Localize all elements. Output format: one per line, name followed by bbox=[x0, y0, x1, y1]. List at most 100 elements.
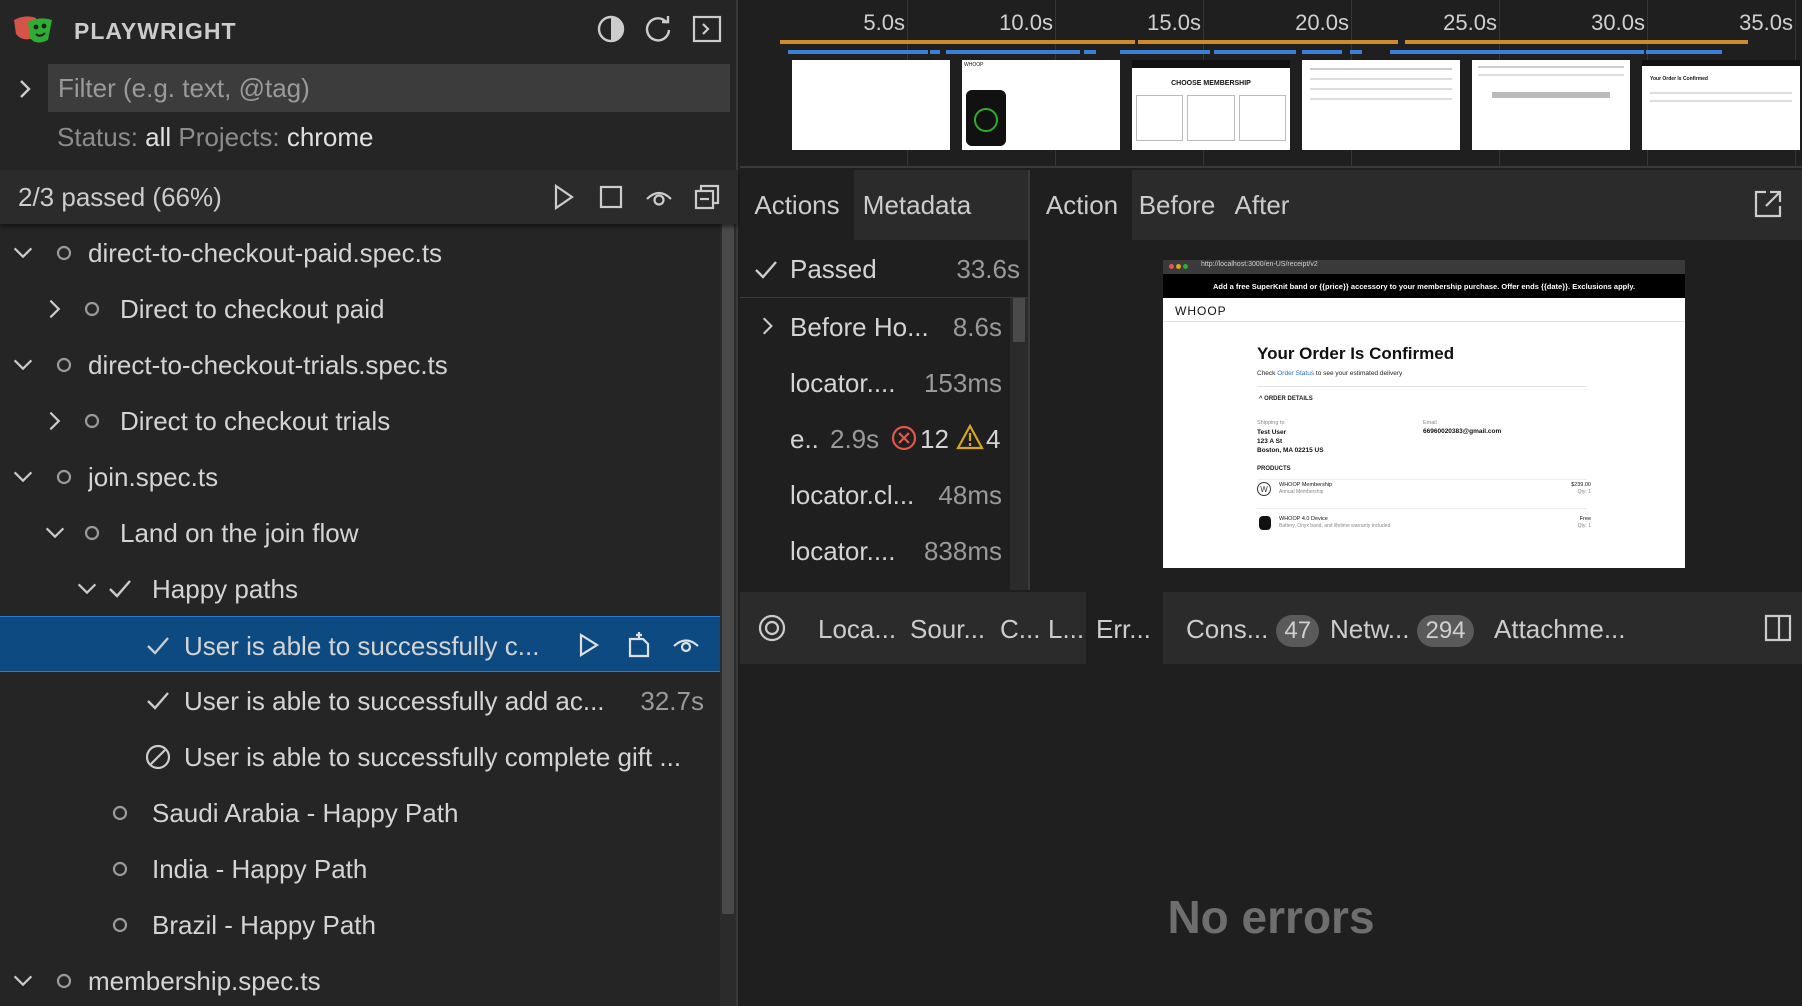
run-all-icon[interactable] bbox=[548, 182, 578, 212]
collapse-all-icon[interactable] bbox=[692, 182, 722, 212]
tree-item[interactable]: direct-to-checkout-trials.spec.ts bbox=[0, 336, 720, 392]
snapshot-tabbar: Action Before After bbox=[1032, 170, 1802, 240]
tree-scrollbar[interactable] bbox=[720, 224, 736, 1006]
action-list-scrollbar[interactable] bbox=[1010, 298, 1028, 590]
chevron-right-icon[interactable] bbox=[756, 314, 780, 338]
passed-check-icon bbox=[106, 575, 134, 603]
theme-toggle-icon[interactable] bbox=[596, 14, 626, 44]
toggle-sidebar-icon[interactable] bbox=[692, 14, 722, 44]
divider bbox=[1257, 386, 1587, 387]
tree-scrollbar-thumb[interactable] bbox=[722, 224, 734, 914]
action-list-scrollbar-thumb[interactable] bbox=[1013, 298, 1025, 342]
chevron-down-icon[interactable] bbox=[10, 464, 36, 490]
timeline-action-bar bbox=[1405, 40, 1748, 44]
action-title: locator.cl... bbox=[790, 480, 915, 510]
tree-item[interactable]: Brazil - Happy Path bbox=[0, 896, 720, 952]
watch-icon[interactable] bbox=[644, 182, 674, 212]
tree-item-label: User is able to successfully complete gi… bbox=[184, 742, 682, 772]
tree-item[interactable]: membership.spec.ts bbox=[0, 952, 720, 1006]
timeline-screenshot-thumbnail[interactable]: WHOOP bbox=[962, 60, 1120, 150]
action-item[interactable]: locator.... 153ms bbox=[740, 354, 1010, 410]
open-in-new-window-icon[interactable] bbox=[1752, 188, 1784, 220]
run-test-icon[interactable] bbox=[574, 631, 602, 659]
action-item[interactable]: Before Ho... 8.6s bbox=[740, 298, 1010, 354]
watch-test-icon[interactable] bbox=[672, 631, 700, 659]
details-tab[interactable]: Loca... bbox=[808, 592, 908, 664]
count-badge: 47 bbox=[1276, 615, 1320, 647]
toggle-panel-layout-icon[interactable] bbox=[1764, 614, 1792, 642]
details-tab[interactable]: Cons... 47 bbox=[1176, 592, 1331, 664]
reload-icon[interactable] bbox=[643, 14, 673, 44]
product1-sub: Annual Membership bbox=[1279, 489, 1324, 495]
tree-item[interactable]: User is able to successfully c... bbox=[0, 616, 720, 672]
tab-actions[interactable]: Actions bbox=[740, 170, 854, 240]
status-label: Status: bbox=[57, 122, 138, 152]
details-tab[interactable]: Err... bbox=[1086, 592, 1163, 664]
action-duration: 8.6s bbox=[952, 312, 1002, 342]
tree-item[interactable]: join.spec.ts bbox=[0, 448, 720, 504]
chevron-right-icon[interactable] bbox=[12, 76, 38, 102]
not-run-circle-icon bbox=[50, 351, 78, 379]
divider bbox=[1257, 508, 1587, 509]
details-tabbar: Loca... Sour... C... L... Err... Cons... 47 Net… bbox=[740, 592, 1802, 664]
timeline[interactable]: 5.0s 10.0s 15.0s 20.0s 25.0s 30.0s 35.0s WHOOP C… bbox=[740, 0, 1802, 168]
action-item[interactable]: locator.... 838ms bbox=[740, 522, 1010, 578]
status-value[interactable]: all bbox=[145, 122, 171, 152]
skipped-icon bbox=[144, 743, 172, 771]
action-item[interactable]: e.. 2.9s 12 4 bbox=[740, 410, 1010, 466]
details-tab[interactable]: Sour... bbox=[900, 592, 997, 664]
tree-item[interactable]: Saudi Arabia - Happy Path bbox=[0, 784, 720, 840]
tree-item[interactable]: User is able to successfully add ac... 32… bbox=[0, 672, 720, 728]
chevron-down-icon[interactable] bbox=[10, 968, 36, 994]
details-tab[interactable]: Attachme... bbox=[1484, 592, 1638, 664]
tree-item[interactable]: direct-to-checkout-paid.spec.ts bbox=[0, 224, 720, 280]
snapshot-browser-bar: http://localhost:3000/en-US/receipt/v2 bbox=[1163, 260, 1685, 274]
not-run-circle-icon bbox=[78, 295, 106, 323]
timeline-screenshot-thumbnail[interactable] bbox=[1302, 60, 1460, 150]
timeline-screenshot-thumbnail[interactable] bbox=[1472, 60, 1630, 150]
app-header: PLAYWRIGHT bbox=[0, 0, 738, 60]
projects-label: Projects: bbox=[178, 122, 280, 152]
tree-item[interactable]: User is able to successfully complete gi… bbox=[0, 728, 720, 784]
tab-metadata[interactable]: Metadata bbox=[854, 170, 980, 240]
order-status-link[interactable]: Order Status bbox=[1277, 370, 1314, 377]
go-to-source-icon[interactable] bbox=[626, 631, 654, 659]
tab-before[interactable]: Before bbox=[1132, 170, 1222, 240]
stop-icon[interactable] bbox=[596, 182, 626, 212]
tab-action[interactable]: Action bbox=[1032, 170, 1132, 240]
timeline-screenshot-thumbnail[interactable]: Your Order Is Confirmed bbox=[1642, 60, 1800, 150]
tree-item[interactable]: Direct to checkout trials bbox=[0, 392, 720, 448]
pick-locator-icon[interactable] bbox=[758, 614, 786, 642]
details-tab-label: Cons... bbox=[1186, 614, 1269, 644]
action-item[interactable]: locator.cl... 48ms bbox=[740, 466, 1010, 522]
email-label: Email bbox=[1423, 420, 1437, 426]
timeline-tick-label: 20.0s bbox=[1295, 10, 1349, 35]
test-result-row: Passed 33.6s bbox=[740, 240, 1028, 298]
tree-item[interactable]: Direct to checkout paid bbox=[0, 280, 720, 336]
tree-item[interactable]: Land on the join flow bbox=[0, 504, 720, 560]
order-details-toggle[interactable]: ^ ORDER DETAILS bbox=[1259, 396, 1313, 402]
details-tab[interactable]: Netw... 294 bbox=[1320, 592, 1486, 664]
tab-after[interactable]: After bbox=[1222, 170, 1302, 240]
action-title: e.. bbox=[790, 424, 819, 454]
chevron-down-icon[interactable] bbox=[10, 352, 36, 378]
tree-item[interactable]: Happy paths bbox=[0, 560, 720, 616]
timeline-screenshot-thumbnail[interactable]: CHOOSE MEMBERSHIP bbox=[1132, 60, 1290, 150]
timeline-screenshot-thumbnail[interactable] bbox=[792, 60, 950, 150]
shipping-label: Shipping to bbox=[1257, 420, 1285, 426]
chevron-down-icon[interactable] bbox=[42, 520, 68, 546]
chevron-right-icon[interactable] bbox=[42, 408, 68, 434]
tree-item[interactable]: India - Happy Path bbox=[0, 840, 720, 896]
filter-input[interactable] bbox=[48, 64, 730, 112]
window-close-dot bbox=[1169, 264, 1174, 269]
tree-item-label: membership.spec.ts bbox=[88, 966, 321, 996]
trace-viewer-pane: 5.0s 10.0s 15.0s 20.0s 25.0s 30.0s 35.0s WHOOP C… bbox=[740, 0, 1802, 1006]
timeline-action-bar bbox=[1138, 40, 1398, 44]
timeline-tick-label: 10.0s bbox=[999, 10, 1053, 35]
projects-value[interactable]: chrome bbox=[287, 122, 374, 152]
chevron-down-icon[interactable] bbox=[10, 240, 36, 266]
chevron-down-icon[interactable] bbox=[74, 576, 100, 602]
chevron-right-icon[interactable] bbox=[42, 296, 68, 322]
timeline-action-bar bbox=[1214, 50, 1296, 54]
page-snapshot[interactable]: http://localhost:3000/en-US/receipt/v2 A… bbox=[1163, 260, 1685, 568]
